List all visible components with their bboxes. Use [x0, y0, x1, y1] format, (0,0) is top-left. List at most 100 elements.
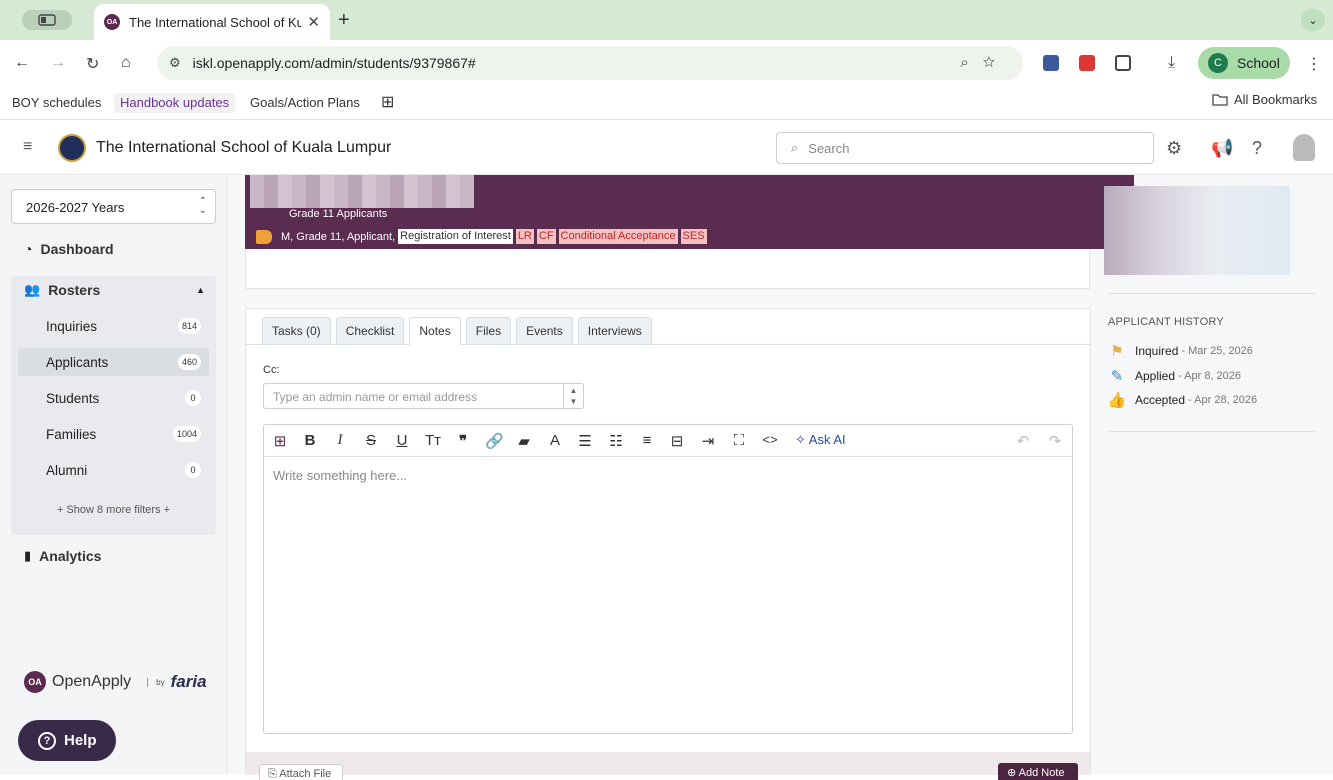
app-header: ≡ The International School of Kuala Lump…	[0, 121, 1333, 175]
insert-block-icon[interactable]: ⊞	[271, 432, 289, 450]
attach-file-button[interactable]: ⎘ Attach File	[259, 764, 343, 780]
add-note-button[interactable]: ⊕ Add Note	[998, 763, 1078, 780]
tag-registration-of-interest[interactable]: Registration of Interest	[398, 229, 513, 244]
help-button[interactable]: ? Help	[18, 720, 116, 761]
extensions-puzzle-icon[interactable]	[1115, 55, 1131, 71]
applicant-history-title: APPLICANT HISTORY	[1108, 316, 1224, 328]
code-icon[interactable]: <>	[761, 432, 779, 447]
blockquote-icon[interactable]: ❞	[454, 432, 472, 450]
tag-lr[interactable]: LR	[515, 229, 534, 244]
clear-format-icon[interactable]: ⇥	[699, 432, 717, 450]
browser-tab[interactable]: OA The International School of Ku ✕	[94, 4, 330, 40]
collapse-caret-icon[interactable]: ▲	[196, 285, 205, 295]
announcements-megaphone-icon[interactable]: 📢	[1211, 138, 1233, 159]
note-editor[interactable]: ⊞ B I S U Tт ❞ 🔗 ▰ A ☰ ☷ ≡ ⊟ ⇥ ⛶ <> ✧ As…	[263, 424, 1073, 734]
sidebar-item-applicants[interactable]: Applicants 460	[18, 348, 209, 376]
align-icon[interactable]: ≡	[638, 432, 656, 449]
profile-avatar: C	[1208, 53, 1228, 73]
tag-conditional-acceptance[interactable]: Conditional Acceptance	[558, 229, 678, 244]
school-name: The International School of Kuala Lumpur	[96, 139, 392, 156]
todoist-extension-icon[interactable]	[1079, 55, 1095, 71]
item-label: Applicants	[46, 354, 109, 370]
sidebar-item-dashboard[interactable]: ◔ Dashboard	[24, 241, 214, 257]
tab-checklist[interactable]: Checklist	[335, 317, 405, 345]
year-select[interactable]: 2026-2027 Years ⌃ ⌄	[11, 189, 216, 224]
tab-list-chevron-icon[interactable]: ⌄	[1301, 9, 1325, 31]
search-input[interactable]: ⌕ Search	[776, 132, 1154, 164]
paperclip-icon: ⎘	[268, 768, 280, 780]
help-question-icon[interactable]: ?	[1252, 138, 1262, 159]
editor-placeholder: Write something here...	[273, 468, 408, 483]
extension-icon[interactable]	[1043, 55, 1059, 71]
redo-icon[interactable]: ↷	[1046, 432, 1064, 450]
bookmark-goals-action-plans[interactable]: Goals/Action Plans	[244, 93, 366, 113]
address-bar[interactable]: ⚙ iskl.openapply.com/admin/students/9379…	[157, 46, 1023, 80]
apps-grid-icon[interactable]: ⊞	[375, 90, 400, 111]
tag-cf[interactable]: CF	[536, 229, 556, 244]
history-label: Applied	[1135, 369, 1176, 383]
tag-icon	[256, 229, 272, 244]
tab-events[interactable]: Events	[516, 317, 573, 345]
font-size-icon[interactable]: Tт	[424, 432, 442, 449]
sidebar-item-rosters[interactable]: 👥 Rosters ▲	[24, 282, 209, 298]
italic-icon[interactable]: I	[331, 432, 349, 449]
sidebar-item-families[interactable]: Families 1004	[18, 420, 209, 448]
bookmark-handbook-updates[interactable]: Handbook updates	[114, 93, 236, 113]
tag-ses[interactable]: SES	[680, 229, 707, 244]
reload-icon[interactable]: ↻	[86, 54, 99, 74]
bookmarks-bar: BOY schedules Handbook updates Goals/Act…	[0, 86, 1333, 120]
sidebar-item-students[interactable]: Students 0	[18, 384, 209, 412]
tab-notes[interactable]: Notes	[409, 317, 461, 345]
ask-ai-button[interactable]: ✧ Ask AI	[795, 432, 846, 448]
sidebar-item-analytics[interactable]: ▮ Analytics	[24, 548, 214, 564]
strikethrough-icon[interactable]: S	[362, 432, 380, 449]
bookmark-boy-schedules[interactable]: BOY schedules	[6, 93, 107, 113]
zoom-and-star-icons[interactable]: ⌕☆	[960, 54, 1009, 71]
flag-icon: ⚑	[1110, 343, 1124, 360]
numbered-list-icon[interactable]: ☷	[607, 432, 625, 450]
bold-icon[interactable]: B	[301, 432, 319, 449]
history-item-accepted: 👍 Accepted - Apr 28, 2026	[1108, 391, 1258, 409]
link-icon[interactable]: 🔗	[485, 432, 504, 450]
redacted-applicant-name	[250, 175, 474, 208]
browser-tab-strip: OA The International School of Ku ✕ + ⌄	[0, 0, 1333, 40]
show-more-filters-link[interactable]: + Show 8 more filters +	[11, 504, 216, 516]
sidebar-item-alumni[interactable]: Alumni 0	[18, 456, 209, 484]
horizontal-rule-icon[interactable]: ⊟	[668, 432, 686, 450]
highlight-icon[interactable]: ▰	[515, 432, 533, 450]
new-tab-icon[interactable]: +	[338, 9, 350, 32]
item-label: Families	[46, 426, 97, 442]
download-icon[interactable]: ⤓	[1168, 54, 1175, 72]
cc-stepper-icon[interactable]: ▲ ▼	[563, 384, 583, 408]
all-bookmarks[interactable]: All Bookmarks	[1212, 92, 1317, 107]
settings-gear-icon[interactable]: ⚙	[1166, 138, 1182, 159]
sidebar-item-inquiries[interactable]: Inquiries 814	[18, 312, 209, 340]
tab-files[interactable]: Files	[465, 317, 512, 345]
fullscreen-icon[interactable]: ⛶	[730, 432, 748, 449]
underline-icon[interactable]: U	[393, 432, 411, 449]
forward-icon[interactable]: →	[50, 54, 66, 72]
profile-button[interactable]: C School	[1198, 47, 1290, 79]
tab-interviews[interactable]: Interviews	[577, 317, 652, 345]
site-info-icon[interactable]: ⚙	[169, 55, 181, 71]
history-item-inquired: ⚑ Inquired - Mar 25, 2026	[1108, 342, 1253, 360]
user-avatar[interactable]	[1293, 134, 1315, 161]
text-color-icon[interactable]: A	[546, 432, 564, 449]
search-icon: ⌕	[791, 140, 799, 155]
menu-hamburger-icon[interactable]: ≡	[23, 138, 32, 156]
bullet-list-icon[interactable]: ☰	[576, 432, 594, 450]
grade-group-label: Grade 11 Applicants	[289, 208, 388, 220]
close-tab-icon[interactable]: ✕	[307, 13, 320, 31]
tab-tasks[interactable]: Tasks (0)	[262, 317, 331, 345]
home-icon[interactable]: ⌂	[121, 54, 131, 72]
tab-search-button[interactable]	[22, 10, 72, 30]
undo-icon[interactable]: ↶	[1014, 432, 1032, 450]
count-badge: 814	[177, 318, 201, 334]
attach-file-label: Attach File	[279, 768, 332, 780]
cc-input[interactable]: Type an admin name or email address ▲ ▼	[263, 383, 584, 409]
browser-menu-icon[interactable]: ⋮	[1306, 54, 1322, 74]
count-badge: 1004	[172, 426, 201, 442]
add-note-label: Add Note	[1018, 767, 1065, 779]
back-icon[interactable]: ←	[14, 54, 30, 72]
add-circle-icon: ⊕	[1007, 767, 1019, 779]
